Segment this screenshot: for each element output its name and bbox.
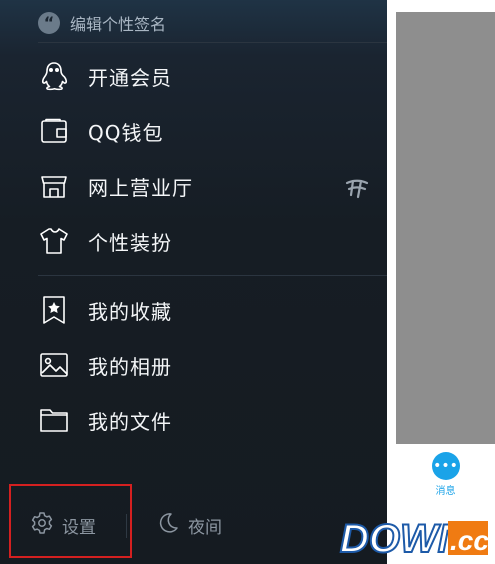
watermark-tld-text: .cc (450, 525, 489, 556)
menu-item-vip[interactable]: 开通会员 (38, 56, 387, 96)
menu-item-online-hall[interactable]: 网上营业厅 (38, 166, 387, 206)
menu-item-personalize[interactable]: 个性装扮 (38, 221, 387, 261)
menu-item-files[interactable]: 我的文件 (38, 400, 387, 440)
wallet-icon (38, 115, 70, 147)
bookmark-star-icon (38, 294, 70, 326)
folder-icon (38, 404, 70, 436)
edit-signature[interactable]: “ 编辑个性签名 (38, 10, 166, 36)
night-mode-button[interactable]: 夜间 (156, 510, 222, 540)
signature-placeholder: 编辑个性签名 (70, 15, 167, 34)
moon-icon (156, 511, 180, 540)
divider (126, 514, 127, 538)
menu-item-label: 网上营业厅 (88, 175, 193, 200)
menu-item-qq-wallet[interactable]: QQ钱包 (38, 111, 387, 151)
menu-item-label: 个性装扮 (88, 230, 172, 255)
china-telecom-icon (343, 173, 371, 201)
tshirt-icon (38, 225, 70, 257)
menu-item-label: 我的收藏 (88, 299, 172, 324)
gear-icon (30, 511, 54, 540)
settings-label: 设置 (62, 517, 96, 538)
store-icon (38, 170, 70, 202)
menu-item-album[interactable]: 我的相册 (38, 345, 387, 385)
menu-item-label: QQ钱包 (88, 120, 164, 145)
divider (38, 42, 387, 43)
watermark-logo: DOWN .cc (338, 512, 490, 562)
menu-item-label: 我的相册 (88, 354, 172, 379)
menu-item-favorites[interactable]: 我的收藏 (38, 290, 387, 330)
divider (38, 275, 387, 276)
menu-item-label: 开通会员 (88, 65, 172, 90)
background-content-panel (396, 12, 495, 444)
menu-item-label: 我的文件 (88, 409, 172, 434)
messages-tab-label: 消息 (435, 485, 456, 497)
message-bubble-icon: ••• (431, 451, 460, 480)
night-label: 夜间 (188, 517, 222, 538)
side-drawer: “ 编辑个性签名 开通会员 QQ钱包 网上营业厅 个性装扮 我的收藏 我的相册 … (0, 0, 387, 564)
settings-button[interactable]: 设置 (30, 510, 96, 540)
quote-icon: “ (38, 12, 60, 34)
messages-tab[interactable]: ••• 消息 (396, 444, 495, 504)
penguin-icon (38, 60, 70, 92)
picture-icon (38, 349, 70, 381)
